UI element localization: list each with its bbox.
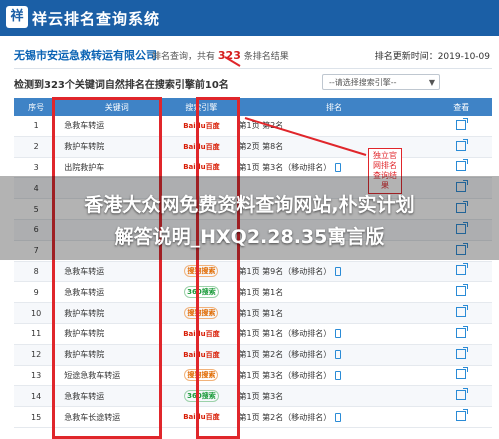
external-link-icon[interactable] <box>456 325 469 338</box>
external-link-icon[interactable] <box>456 346 469 359</box>
rank-text: 第1页 第1名（移动排名） <box>238 329 332 339</box>
engine-select-placeholder: --请选择搜索引擎-- <box>329 78 397 87</box>
row-view <box>430 157 492 179</box>
row-view <box>430 344 492 366</box>
company-name: 无锡市安运急救转运有限公司 <box>14 49 157 62</box>
rank-text: 第1页 第9名（移动排名） <box>238 266 332 276</box>
row-view <box>430 323 492 345</box>
row-view <box>430 261 492 283</box>
row-view <box>430 302 492 324</box>
keyword-summary: 检测到323个关键词自然排名在搜索引擎前10名 <box>14 80 229 91</box>
banner-line-1: 香港大众网免费资料查询网站,朴实计划 <box>84 194 415 216</box>
engine-highlight-box <box>196 97 240 439</box>
row-rank: 第1页 第3名 <box>232 385 431 408</box>
rank-text: 第2页 第8名 <box>238 142 284 152</box>
external-link-icon[interactable] <box>456 138 469 151</box>
external-link-icon[interactable] <box>456 159 469 172</box>
row-rank: 第1页 第9名（移动排名） <box>232 261 431 283</box>
external-link-icon[interactable] <box>456 305 469 318</box>
row-view <box>430 385 492 408</box>
external-link-icon[interactable] <box>456 388 469 401</box>
chevron-down-icon: ▼ <box>428 78 435 87</box>
mobile-icon <box>335 412 342 422</box>
row-rank: 第1页 第3名（移动排名） <box>232 365 431 387</box>
result-count: 323 <box>217 49 241 62</box>
rank-text: 第1页 第1名 <box>238 287 284 297</box>
mobile-icon <box>335 350 342 360</box>
rank-text: 第1页 第1名 <box>238 308 284 318</box>
result-suffix: 条排名结果 <box>243 52 289 62</box>
app-logo: 祥 <box>6 6 28 28</box>
banner-line-2: 解答说明_HXQ2.28.35寓言版 <box>114 226 385 248</box>
row-rank: 第1页 第1名 <box>232 302 431 324</box>
row-view <box>430 281 492 304</box>
row-rank: 第1页 第1名（移动排名） <box>232 323 431 345</box>
external-link-icon[interactable] <box>456 284 469 297</box>
company-bar: 无锡市安运急救转运有限公司 排名查询，共有 323 条排名结果 排名更新时间：2… <box>14 42 492 69</box>
mobile-icon <box>335 329 342 339</box>
external-link-icon[interactable] <box>456 409 469 422</box>
row-view <box>430 406 492 428</box>
rank-text: 第1页 第3名（移动排名） <box>238 370 332 380</box>
row-rank: 第1页 第2名（移动排名） <box>232 406 431 428</box>
result-summary: 排名查询，共有 323 条排名结果 <box>152 49 289 62</box>
rank-text: 第1页 第2名 <box>238 121 284 131</box>
row-rank: 第1页 第2名 <box>232 116 431 137</box>
row-view <box>430 136 492 158</box>
update-date: 排名更新时间：2019-10-09 <box>374 52 490 62</box>
mobile-icon <box>335 266 342 276</box>
rank-text: 第1页 第3名 <box>238 391 284 401</box>
app-title: 祥云排名查询系统 <box>32 10 161 28</box>
row-rank: 第1页 第1名 <box>232 281 431 304</box>
overlay-banner: 香港大众网免费资料查询网站,朴实计划 解答说明_HXQ2.28.35寓言版 <box>0 176 499 260</box>
result-prefix: 排名查询，共有 <box>152 52 216 62</box>
mobile-icon <box>335 162 342 172</box>
mobile-icon <box>335 370 342 380</box>
app-header: 祥 祥云排名查询系统 <box>0 0 499 36</box>
external-link-icon[interactable] <box>456 117 469 130</box>
header-view: 查看 <box>430 98 492 116</box>
external-link-icon[interactable] <box>456 263 469 276</box>
row-rank: 第1页 第2名（移动排名） <box>232 344 431 366</box>
row-view <box>430 116 492 137</box>
rank-text: 第1页 第2名（移动排名） <box>238 350 332 360</box>
header-rank: 排名 <box>232 98 431 116</box>
rank-text: 第1页 第3名（移动排名） <box>238 162 332 172</box>
row-view <box>430 365 492 387</box>
keyword-highlight-box <box>52 97 162 439</box>
external-link-icon[interactable] <box>456 367 469 380</box>
engine-select[interactable]: --请选择搜索引擎-- ▼ <box>322 74 440 90</box>
rank-text: 第1页 第2名（移动排名） <box>238 412 332 422</box>
